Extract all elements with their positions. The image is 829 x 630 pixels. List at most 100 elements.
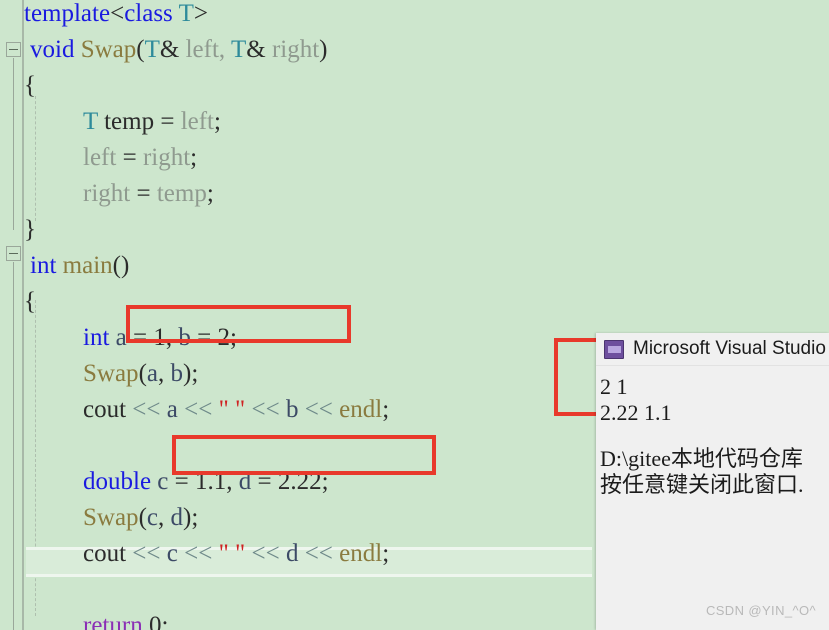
code-line-12[interactable]: cout << a << " " << b << endl; [0,392,389,428]
code-token: a [166,396,178,423]
code-token: ( [136,36,145,63]
code-token: << [184,540,213,567]
code-token: class [124,0,173,27]
code-line-17[interactable] [0,572,83,608]
code-token: right [83,180,131,207]
code-token: ( [138,360,147,387]
code-token: int [83,324,110,351]
code-token: Swap [80,36,137,63]
code-line-7[interactable]: } [0,212,36,248]
code-token: " " [218,540,246,567]
code-token: < [110,0,125,27]
code-token: right [142,144,191,171]
code-token: left [180,108,215,135]
console-window[interactable]: Microsoft Visual Studio 2 1 2.22 1.1 D:\… [596,333,829,630]
code-line-18[interactable]: return 0; [0,608,168,630]
code-token: d [170,504,184,531]
annotation-int-declaration-highlight [126,305,351,343]
visual-studio-icon [604,339,624,359]
code-token: ; [382,540,390,567]
code-token: Swap [83,504,139,531]
code-token: a [146,360,158,387]
code-token: right [265,36,320,63]
code-token: cout [83,540,127,567]
code-line-15[interactable]: Swap(c, d); [0,500,198,536]
code-token: template [24,0,111,27]
code-token: = [154,108,181,135]
code-line-11[interactable]: Swap(a, b); [0,356,198,392]
code-token: T [83,108,98,135]
csdn-watermark: CSDN @YIN_^O^ [705,603,816,618]
code-token: b [285,396,299,423]
code-token: << [304,540,333,567]
code-token: ); [183,504,199,531]
code-token: T [178,0,194,27]
code-token: c [166,540,178,567]
code-token: } [24,216,36,243]
code-token: d [285,540,299,567]
code-token: ( [138,504,147,531]
console-path-line: D:\gitee本地代码仓库 [600,446,803,471]
code-token: << [132,540,161,567]
code-token: cout [83,396,127,423]
console-prompt-line: 按任意键关闭此窗口. [600,472,804,497]
code-token: ); [183,360,199,387]
code-token: ; [161,612,169,630]
console-output-line: 2.22 1.1 [600,400,672,425]
code-token: c [146,504,158,531]
code-line-5[interactable]: left = right; [0,140,197,176]
console-output-area: 2 1 2.22 1.1 D:\gitee本地代码仓库 按任意键关闭此窗口. [596,366,829,630]
code-token: main [62,252,113,279]
code-token: () [112,252,130,279]
code-token: endl [339,540,383,567]
code-line-6[interactable]: right = temp; [0,176,214,212]
code-token: return [83,612,143,630]
code-token: left, [179,36,231,63]
code-line-16[interactable]: cout << c << " " << d << endl; [0,536,389,572]
code-token: endl [339,396,383,423]
annotation-double-declaration-highlight [172,435,436,475]
code-token: T [230,36,247,63]
code-line-2[interactable]: void Swap(T& left, T& right) [0,32,327,68]
code-token: { [24,72,36,99]
code-token: c [157,468,169,495]
code-line-1[interactable]: template<class T> [0,0,208,32]
code-token: Swap [83,360,139,387]
code-token: int [30,252,57,279]
code-line-4[interactable]: T temp = left; [0,104,221,140]
code-token: double [83,468,152,495]
code-token: , [158,360,171,387]
code-token: ; [206,180,214,207]
code-token: & [159,36,180,63]
code-token: void [30,36,75,63]
code-token: 0 [148,612,162,630]
code-token: temp [104,108,155,135]
code-token: = [130,180,157,207]
code-token: { [24,288,36,315]
code-token: b [170,360,184,387]
code-line-8[interactable]: int main() [0,248,129,284]
code-line-3[interactable]: { [0,68,36,104]
code-token: & [246,36,266,63]
screenshot-root: template<class T> void Swap(T& left, T& r… [0,0,829,630]
code-token: " " [218,396,246,423]
code-token: > [193,0,208,27]
console-output-line: 2 1 [600,374,628,399]
code-token: left [83,144,117,171]
code-line-9[interactable]: { [0,284,36,320]
code-token: ; [214,108,221,135]
code-line-13[interactable] [0,428,83,464]
code-token: = [116,144,143,171]
code-token: ; [190,144,198,171]
code-token: << [251,540,280,567]
console-spacer [600,426,829,446]
code-token: << [132,396,161,423]
code-token: << [184,396,213,423]
code-token: << [251,396,280,423]
code-token: temp [156,180,207,207]
console-title-bar[interactable]: Microsoft Visual Studio [596,333,829,366]
code-token: ) [319,36,328,63]
console-title-text: Microsoft Visual Studio [633,338,826,359]
code-token: , [158,504,171,531]
code-token: ; [382,396,390,423]
